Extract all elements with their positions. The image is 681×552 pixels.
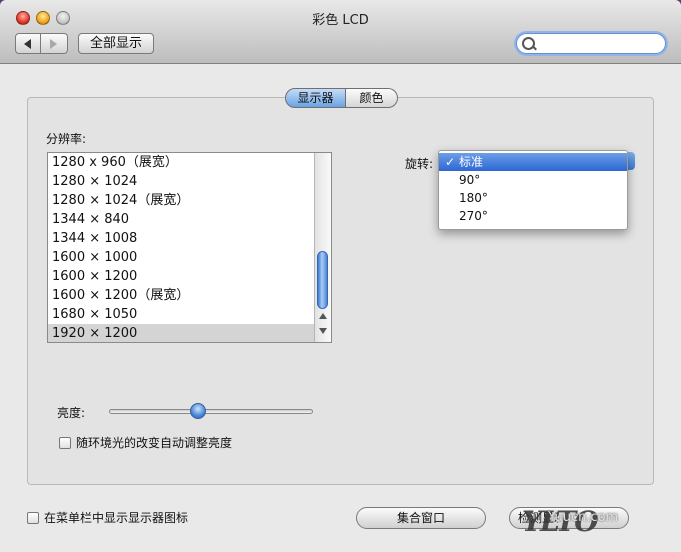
gather-windows-button[interactable]: 集合窗口 — [356, 507, 486, 529]
resolution-item[interactable]: 1344 × 840 — [48, 210, 319, 229]
rotation-option-standard[interactable]: ✓ 标准 — [439, 153, 627, 171]
resolution-item[interactable]: 1344 × 1008 — [48, 229, 319, 248]
auto-brightness-checkbox[interactable] — [59, 437, 71, 449]
search-icon — [522, 37, 535, 50]
resolution-list[interactable]: 1280 x 960（展宽） 1280 × 1024 1280 × 1024（展… — [47, 152, 332, 343]
search-field[interactable] — [516, 33, 666, 54]
brightness-label: 亮度: — [57, 406, 86, 420]
brightness-slider[interactable] — [109, 409, 313, 414]
resolution-item[interactable]: 1600 × 1200（展宽） — [48, 286, 319, 305]
resolution-item[interactable]: 1600 × 1000 — [48, 248, 319, 267]
tab-color[interactable]: 颜色 — [346, 88, 398, 108]
resolution-item[interactable]: 1680 × 1050 — [48, 305, 319, 324]
show-in-menubar-checkbox[interactable] — [27, 512, 39, 524]
title-bar: 彩色 LCD 全部显示 — [0, 0, 681, 64]
tab-display[interactable]: 显示器 — [285, 88, 346, 108]
scrollbar-thumb[interactable] — [317, 251, 328, 309]
rotation-option-90[interactable]: 90° — [439, 171, 627, 189]
scroll-down-arrow-icon[interactable] — [319, 328, 327, 334]
rotation-option-270[interactable]: 270° — [439, 207, 627, 225]
scroll-up-arrow-icon[interactable] — [319, 313, 327, 319]
back-button[interactable] — [15, 33, 41, 54]
show-all-button[interactable]: 全部显示 — [78, 33, 154, 54]
tab-bar: 显示器 颜色 — [285, 88, 398, 108]
watermark-text: Yuucn.com — [548, 510, 619, 525]
checkmark-icon: ✓ — [445, 155, 456, 169]
resolution-item[interactable]: 1600 × 1200 — [48, 267, 319, 286]
resolution-label: 分辨率: — [46, 132, 87, 146]
system-preferences-window: 彩色 LCD 全部显示 显示器 颜色 分辨率: 1280 x 960（展宽） 1… — [0, 0, 681, 552]
resolution-item[interactable]: 1280 × 1024（展宽） — [48, 191, 319, 210]
brightness-slider-knob[interactable] — [189, 403, 206, 419]
resolution-item[interactable]: 1280 x 960（展宽） — [48, 153, 319, 172]
forward-button[interactable] — [41, 33, 68, 54]
rotation-label: 旋转: — [405, 157, 434, 171]
window-title: 彩色 LCD — [312, 13, 369, 28]
resolution-item[interactable]: 1280 × 1024 — [48, 172, 319, 191]
rotation-option-label: 标准 — [459, 155, 484, 169]
rotation-dropdown-menu[interactable]: ✓ 标准 90° 180° 270° — [438, 150, 628, 230]
rotation-option-180[interactable]: 180° — [439, 189, 627, 207]
show-in-menubar-label: 在菜单栏中显示显示器图标 — [44, 511, 189, 525]
resolution-item-selected[interactable]: 1920 × 1200 — [48, 324, 319, 342]
auto-brightness-label: 随环境光的改变自动调整亮度 — [76, 436, 233, 450]
search-input[interactable] — [539, 35, 663, 54]
resolution-scrollbar[interactable] — [314, 153, 331, 342]
